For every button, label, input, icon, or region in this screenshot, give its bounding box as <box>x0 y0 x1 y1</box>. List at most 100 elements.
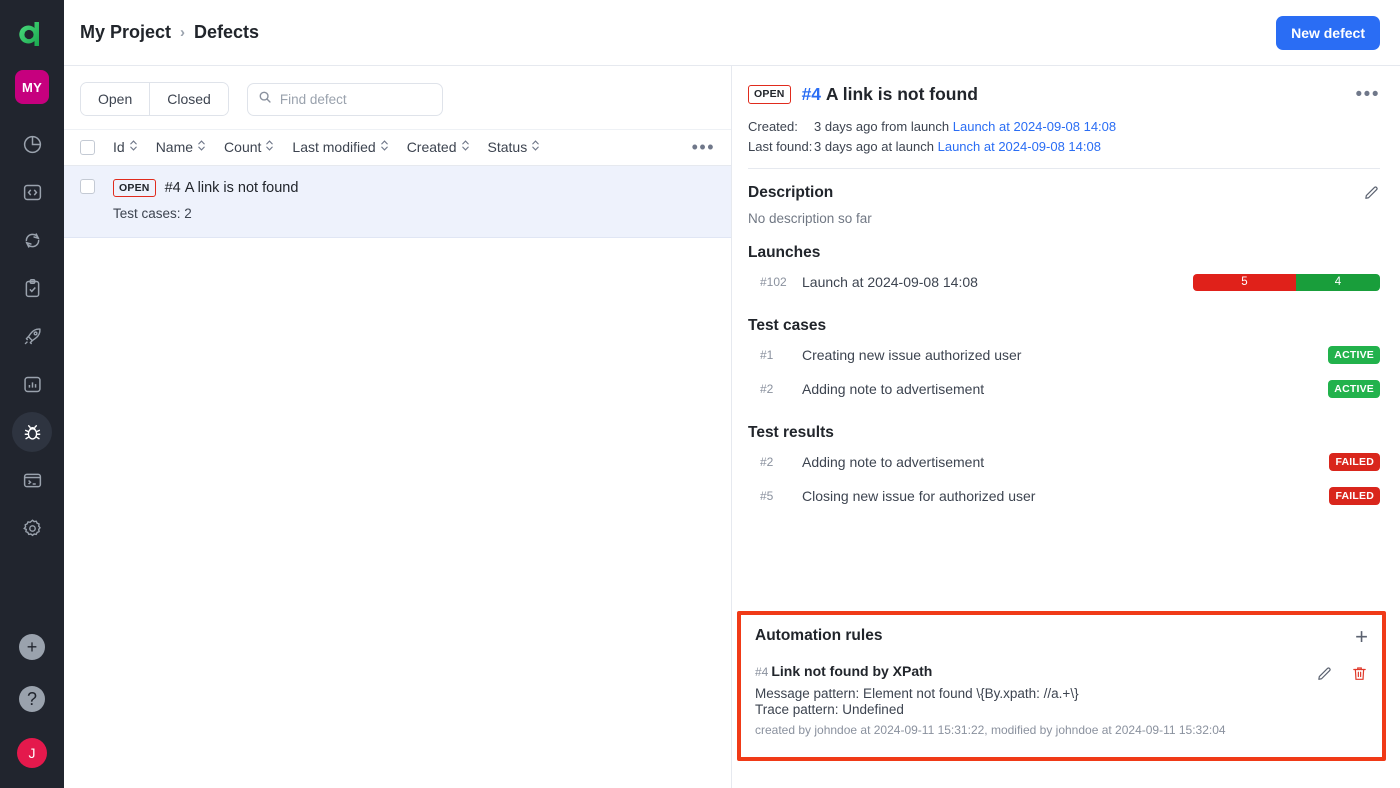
test-case-row[interactable]: #2 Adding note to advertisement ACTIVE <box>748 372 1380 406</box>
edit-automation-rule-button[interactable] <box>1316 665 1333 687</box>
meta-last-found-link[interactable]: Launch at 2024-09-08 14:08 <box>938 139 1101 154</box>
meta-created: Created: 3 days ago from launch Launch a… <box>748 119 1380 134</box>
description-edit-button[interactable] <box>1363 184 1380 206</box>
test-results-rows: #2 Adding note to advertisement FAILED #… <box>748 445 1380 513</box>
pie-chart-icon <box>22 134 43 155</box>
search-icon <box>258 90 272 109</box>
sidebar-nav <box>12 120 52 552</box>
column-count[interactable]: Count <box>224 139 274 155</box>
automation-rule-item: #4 Link not found by XPath Message patter… <box>755 663 1368 737</box>
launch-name[interactable]: Launch at 2024-09-08 14:08 <box>802 274 978 290</box>
defect-list-pane: Open Closed Id <box>64 66 732 788</box>
status-badge: FAILED <box>1329 486 1380 506</box>
meta-created-text: 3 days ago from launch <box>814 119 950 134</box>
app-root: MY + ? J My Project › Defects New defect… <box>0 0 1400 788</box>
test-result-status-wrap: FAILED <box>1329 452 1380 472</box>
rocket-icon <box>22 326 43 347</box>
sidebar-item-code[interactable] <box>12 172 52 212</box>
test-cases-rows: #1 Creating new issue authorized user AC… <box>748 338 1380 406</box>
status-badge: OPEN <box>113 179 156 198</box>
list-toolbar: Open Closed <box>64 66 731 129</box>
column-last-modified[interactable]: Last modified <box>292 139 388 155</box>
detail-title: A link is not found <box>825 84 978 104</box>
sidebar-item-dashboard[interactable] <box>12 124 52 164</box>
automation-rule-title-line: #4 Link not found by XPath <box>755 663 1302 679</box>
test-case-name[interactable]: Adding note to advertisement <box>802 381 984 397</box>
tab-closed[interactable]: Closed <box>149 83 228 115</box>
delete-automation-rule-button[interactable] <box>1351 665 1368 687</box>
search-input[interactable] <box>279 91 432 107</box>
status-filter-tabs: Open Closed <box>80 82 229 116</box>
add-button[interactable]: + <box>19 634 45 660</box>
breadcrumb-current: Defects <box>194 22 260 42</box>
sidebar-item-defects[interactable] <box>12 412 52 452</box>
project-badge[interactable]: MY <box>15 70 49 104</box>
test-results-title: Test results <box>748 424 834 441</box>
launches-rows: #102 Launch at 2024-09-08 14:08 5 4 <box>748 265 1380 299</box>
test-result-name[interactable]: Closing new issue for authorized user <box>802 488 1035 504</box>
breadcrumb-project[interactable]: My Project <box>80 22 171 43</box>
add-automation-rule-button[interactable]: + <box>1355 626 1368 648</box>
sidebar-item-analytics[interactable] <box>12 364 52 404</box>
launch-row[interactable]: #102 Launch at 2024-09-08 14:08 5 4 <box>748 265 1380 299</box>
help-button[interactable]: ? <box>19 686 45 712</box>
sidebar-item-test-plan[interactable] <box>12 268 52 308</box>
automation-rule-message-pattern: Message pattern: Element not found \{By.… <box>755 685 1079 701</box>
automation-rule-trace-pattern: Trace pattern: Undefined <box>755 701 904 717</box>
code-brackets-icon <box>22 182 43 203</box>
column-name[interactable]: Name <box>156 139 206 155</box>
pencil-icon <box>1316 665 1333 687</box>
automation-rule-name: Link not found by XPath <box>771 662 933 679</box>
sidebar-item-settings[interactable] <box>12 508 52 548</box>
column-created[interactable]: Created <box>407 139 470 155</box>
column-count-label: Count <box>224 139 262 155</box>
test-result-name[interactable]: Adding note to advertisement <box>802 454 984 470</box>
bar-chart-icon <box>22 374 43 395</box>
sidebar-item-launches[interactable] <box>12 316 52 356</box>
sort-icon <box>531 139 540 155</box>
new-defect-button[interactable]: New defect <box>1276 15 1380 50</box>
allure-logo[interactable] <box>12 14 52 54</box>
tab-open[interactable]: Open <box>81 83 150 115</box>
avatar[interactable]: J <box>17 738 47 768</box>
row-content: OPEN #4 A link is not found Test cases: … <box>113 179 298 221</box>
test-case-id: #1 <box>760 348 774 362</box>
table-options-icon[interactable]: ••• <box>692 138 715 156</box>
launches-section: Launches #102 Launch at 2024-09-08 14:08… <box>748 244 1380 299</box>
meta-last-found-label: Last found: <box>748 139 813 154</box>
refresh-cycle-icon <box>22 230 43 251</box>
table-row[interactable]: OPEN #4 A link is not found Test cases: … <box>64 166 731 239</box>
sidebar-item-sync[interactable] <box>12 220 52 260</box>
test-result-row[interactable]: #2 Adding note to advertisement FAILED <box>748 445 1380 479</box>
launch-progress-bar: 5 4 <box>1193 273 1380 291</box>
meta-last-found: Last found: 3 days ago at launch Launch … <box>748 139 1380 154</box>
row-checkbox[interactable] <box>80 179 95 194</box>
test-case-name[interactable]: Creating new issue authorized user <box>802 347 1021 363</box>
clipboard-check-icon <box>22 278 43 299</box>
sidebar-item-console[interactable] <box>12 460 52 500</box>
test-result-row[interactable]: #5 Closing new issue for authorized user… <box>748 479 1380 513</box>
detail-more-icon[interactable]: ••• <box>1356 85 1380 104</box>
test-case-row[interactable]: #1 Creating new issue authorized user AC… <box>748 338 1380 372</box>
description-title: Description <box>748 184 834 201</box>
column-status[interactable]: Status <box>488 139 541 155</box>
test-cases-title: Test cases <box>748 317 827 334</box>
select-all-checkbox[interactable] <box>80 139 95 155</box>
breadcrumb: My Project › Defects <box>80 22 259 43</box>
test-case-status-wrap: ACTIVE <box>1328 345 1380 365</box>
detail-meta: Created: 3 days ago from launch Launch a… <box>748 119 1380 154</box>
status-badge: ACTIVE <box>1328 379 1380 399</box>
sidebar-bottom: + ? J <box>17 621 47 788</box>
search-box[interactable] <box>246 82 443 116</box>
test-result-id: #5 <box>760 489 774 503</box>
meta-created-label: Created: <box>748 119 798 134</box>
test-case-status-wrap: ACTIVE <box>1328 379 1380 399</box>
meta-created-link[interactable]: Launch at 2024-09-08 14:08 <box>953 119 1116 134</box>
automation-rule-content: #4 Link not found by XPath Message patter… <box>755 663 1302 737</box>
automation-rule-meta: created by johndoe at 2024-09-11 15:31:2… <box>755 722 1226 737</box>
row-id: #4 <box>164 180 181 197</box>
main-area: My Project › Defects New defect Open Clo… <box>64 0 1400 788</box>
test-case-id: #2 <box>760 382 774 396</box>
row-title-line: OPEN #4 A link is not found <box>113 179 298 198</box>
column-id[interactable]: Id <box>113 139 138 155</box>
